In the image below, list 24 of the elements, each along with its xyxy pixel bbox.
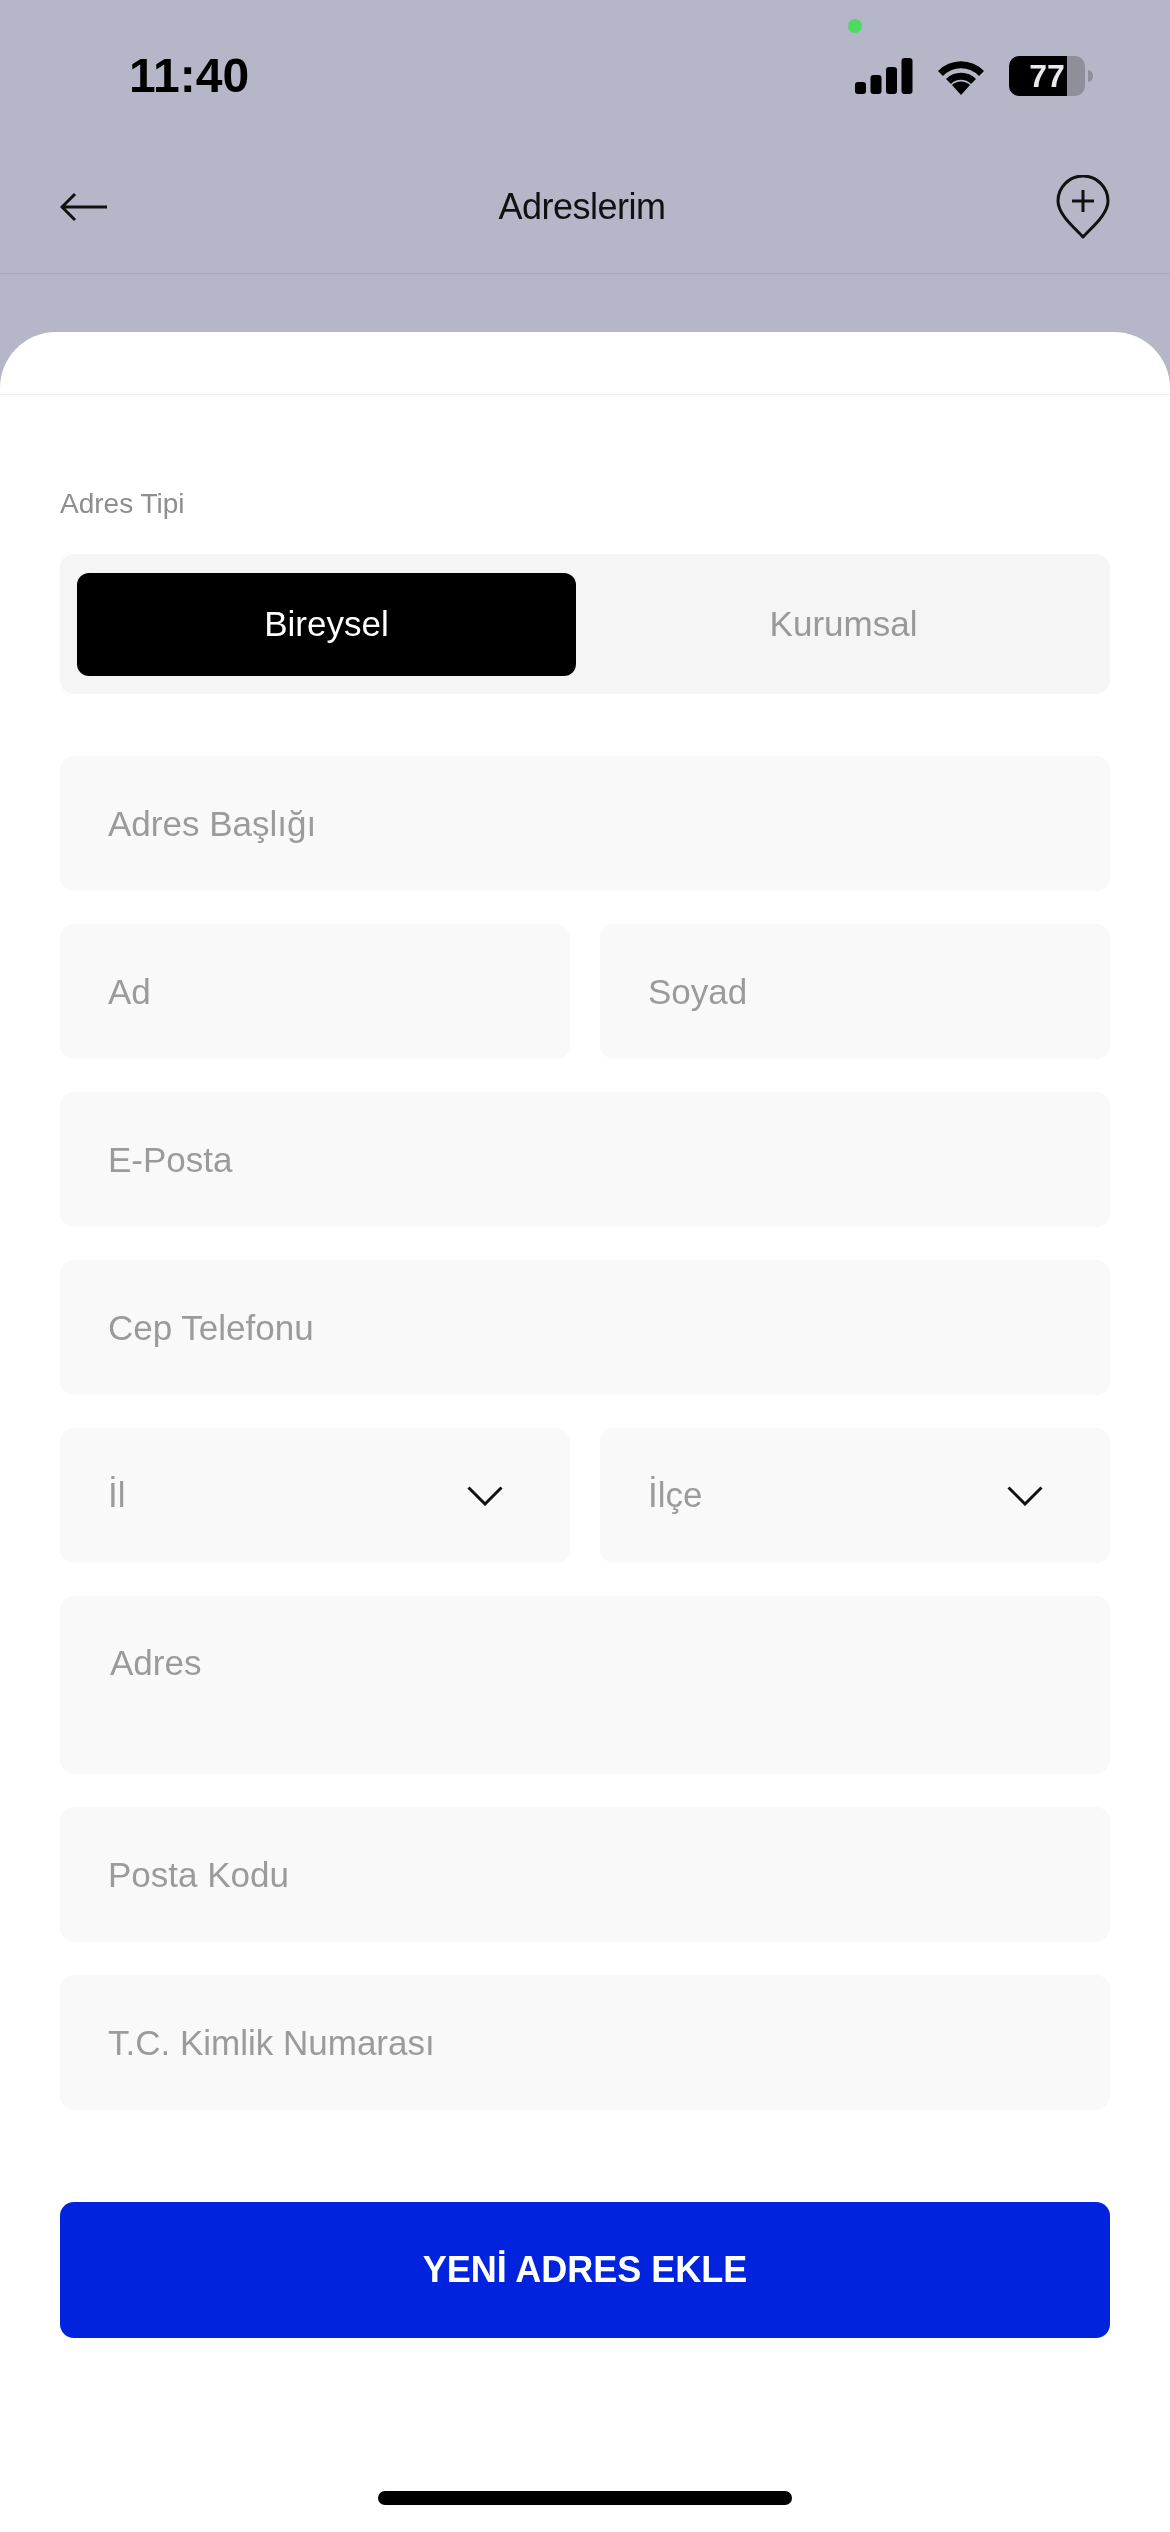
dropdown-field[interactable]: İlçe [600,1428,1110,1563]
text-area-field[interactable]: Adres [60,1596,1110,1774]
segment-tab[interactable]: Bireysel [77,572,576,676]
privacy-indicator-icon [848,19,862,33]
chevron-down-icon [1007,1485,1043,1506]
add-address-button[interactable]: YENİ ADRES EKLE [60,2202,1110,2338]
input-field[interactable]: Soyad [600,924,1110,1059]
dropdown-field[interactable]: İl [60,1428,570,1563]
input-field[interactable]: T.C. Kimlik Numarası [60,1975,1110,2110]
signal-icon [855,58,913,94]
back-arrow-icon[interactable] [60,191,108,222]
input-field[interactable]: E-Posta [60,1092,1110,1227]
input-field[interactable]: Ad [60,924,570,1059]
battery-indicator: 77 [1009,56,1085,96]
input-field[interactable]: Adres Başlığı [60,756,1110,891]
input-field[interactable]: Posta Kodu [60,1807,1110,1942]
input-field[interactable]: Cep Telefonu [60,1260,1110,1395]
battery-cap-icon [1088,70,1093,82]
address-type-label: Adres Tipi [60,487,186,521]
segment-tab[interactable]: Kurumsal [594,572,1093,676]
status-time: 11:40 [129,50,250,102]
chevron-down-icon [467,1485,503,1506]
page-title: Adreslerim [498,184,666,229]
map-pin-plus-icon[interactable] [1056,174,1110,239]
